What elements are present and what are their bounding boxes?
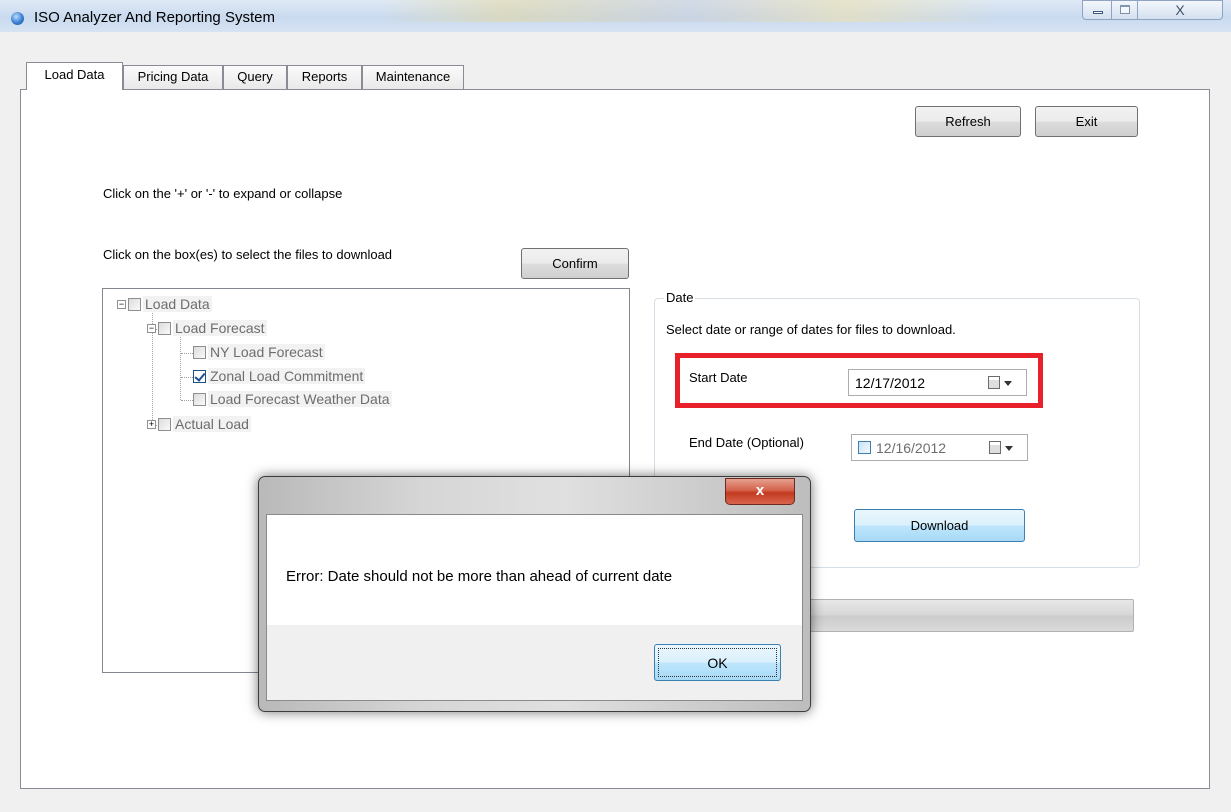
checkbox-load-forecast-weather-data[interactable] (193, 392, 206, 406)
app-icon (11, 12, 24, 25)
exit-button[interactable]: Exit (1035, 106, 1138, 137)
tab-load-data[interactable]: Load Data (26, 62, 123, 90)
date-group-legend: Date (664, 290, 696, 305)
tree-node-label: Load Forecast Weather Data (208, 391, 392, 408)
tree-node-label: NY Load Forecast (208, 344, 325, 361)
refresh-button[interactable]: Refresh (915, 106, 1021, 137)
tab-query[interactable]: Query (223, 65, 287, 90)
error-message: Error: Date should not be more than ahea… (286, 568, 673, 585)
tab-label: Load Data (44, 67, 105, 82)
calendar-icon (989, 441, 1001, 454)
checkbox-zonal-load-commitment[interactable] (193, 369, 206, 383)
tree-connector (180, 337, 181, 400)
chevron-down-icon (1004, 381, 1012, 386)
end-date-enable-checkbox[interactable] (858, 441, 871, 454)
end-date-value: 12/16/2012 (876, 440, 947, 456)
chevron-down-icon (1005, 446, 1013, 451)
tab-reports[interactable]: Reports (287, 65, 362, 90)
tab-label: Pricing Data (137, 69, 209, 84)
ok-label: OK (707, 654, 728, 671)
minimize-button[interactable] (1082, 0, 1112, 20)
checkbox-ny-load-forecast[interactable] (193, 345, 206, 359)
checkbox-load-forecast[interactable] (158, 321, 171, 335)
title-bar: ISO Analyzer And Reporting System X (0, 0, 1231, 32)
expand-collapse-hint: Click on the '+' or '-' to expand or col… (103, 186, 343, 201)
maximize-button[interactable] (1111, 0, 1138, 20)
tab-label: Reports (301, 69, 348, 84)
download-button[interactable]: Download (854, 509, 1025, 542)
tab-label: Maintenance (375, 69, 451, 84)
select-files-hint: Click on the box(es) to select the files… (103, 247, 393, 262)
checkbox-load-data[interactable] (128, 297, 141, 311)
tree-node-load-forecast-weather-data[interactable]: Load Forecast Weather Data (193, 390, 392, 410)
date-description: Select date or range of dates for files … (666, 322, 956, 337)
end-date-label: End Date (Optional) (689, 435, 804, 450)
collapse-icon[interactable]: − (147, 324, 156, 333)
close-icon: x (755, 482, 765, 499)
tree-node-label: Load Forecast (173, 320, 267, 337)
end-date-picker[interactable]: 12/16/2012 (851, 434, 1028, 461)
calendar-icon (988, 376, 1000, 389)
tab-pricing-data[interactable]: Pricing Data (123, 65, 223, 90)
tree-node-ny-load-forecast[interactable]: NY Load Forecast (193, 343, 325, 363)
tree-connector (181, 353, 193, 354)
tree-node-label: Zonal Load Commitment (208, 368, 366, 385)
tab-label: Query (237, 69, 273, 84)
window-title: ISO Analyzer And Reporting System (34, 9, 275, 26)
start-date-picker[interactable]: 12/17/2012 (848, 369, 1027, 396)
start-date-label: Start Date (689, 370, 748, 385)
checkbox-actual-load[interactable] (158, 417, 171, 431)
start-date-value: 12/17/2012 (855, 375, 926, 391)
expand-icon[interactable]: + (147, 420, 156, 429)
tree-connector (181, 377, 193, 378)
window-close-button[interactable]: X (1137, 0, 1223, 20)
tree-node-actual-load[interactable]: Actual Load (158, 415, 251, 435)
dialog-close-button[interactable]: x (725, 478, 795, 505)
tree-node-load-forecast[interactable]: Load Forecast (158, 319, 267, 339)
tree-node-label: Actual Load (173, 416, 251, 433)
tree-connector (181, 400, 193, 401)
download-progress-bar (806, 599, 1134, 632)
tree-node-load-data[interactable]: Load Data (128, 295, 212, 315)
close-icon: X (1175, 2, 1185, 18)
confirm-button[interactable]: Confirm (521, 248, 629, 279)
tree-node-label: Load Data (143, 296, 212, 313)
title-bar-background-blur (380, 0, 1000, 22)
tree-node-zonal-load-commitment[interactable]: Zonal Load Commitment (193, 367, 366, 387)
collapse-icon[interactable]: − (117, 300, 126, 309)
tab-maintenance[interactable]: Maintenance (362, 65, 464, 90)
ok-button[interactable]: OK (654, 644, 781, 681)
